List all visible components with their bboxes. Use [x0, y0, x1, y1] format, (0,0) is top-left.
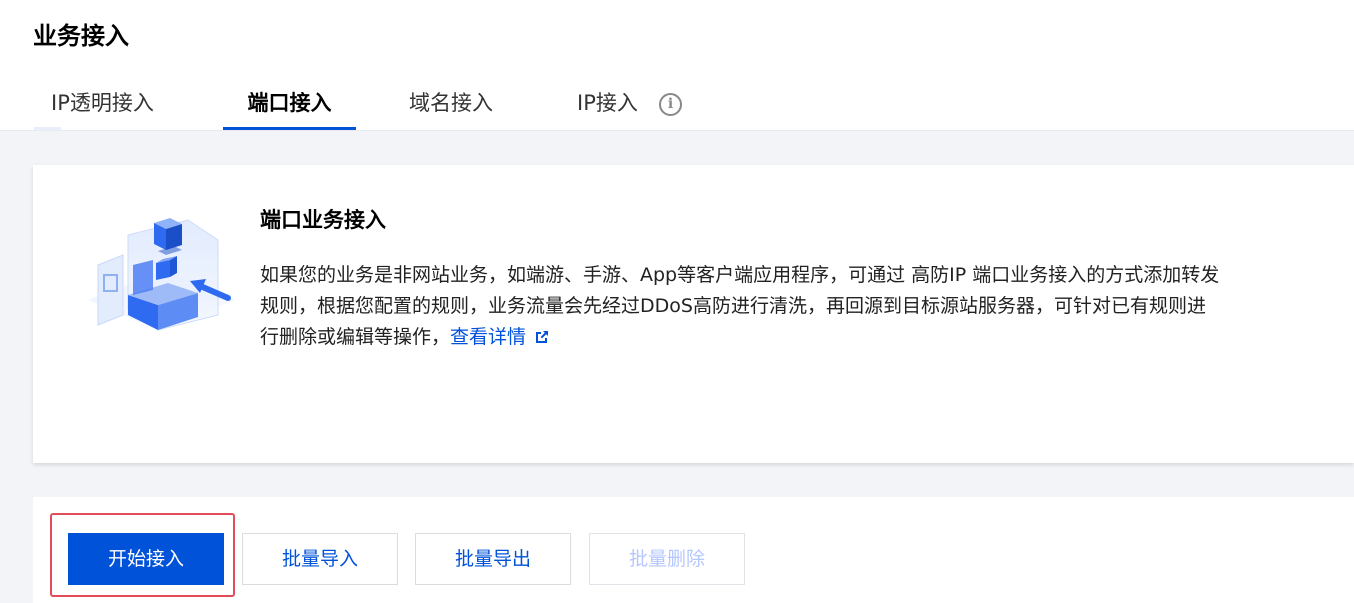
tab-label: IP透明接入	[51, 91, 154, 115]
intro-description: 如果您的业务是非网站业务，如端游、手游、App等客户端应用程序，可通过 高防IP…	[260, 260, 1330, 353]
page-title: 业务接入	[33, 22, 129, 50]
tab-bar: IP透明接入 端口接入 域名接入 IP接入 i	[0, 84, 1354, 131]
page-header: 业务接入 IP透明接入 端口接入 域名接入 IP接入 i	[0, 0, 1354, 131]
intro-description-text: 行删除或编辑等操作，	[260, 326, 451, 348]
tab-ip-access[interactable]: IP接入 i	[577, 84, 687, 131]
tab-domain-access[interactable]: 域名接入	[409, 84, 493, 131]
intro-description-line: 行删除或编辑等操作，查看详情	[260, 322, 1330, 353]
tab-label: 端口接入	[247, 91, 332, 115]
tab-ip-transparent[interactable]: IP透明接入	[34, 84, 154, 131]
batch-export-button[interactable]: 批量导出	[415, 533, 571, 585]
intro-description-line: 规则，根据您配置的规则，业务流量会先经过DDoS高防进行清洗，再回源到目标源站服…	[260, 295, 1206, 317]
view-details-link[interactable]: 查看详情	[450, 326, 526, 348]
batch-delete-button[interactable]: 批量删除	[589, 533, 745, 585]
tab-label: 域名接入	[409, 91, 493, 115]
intro-title: 端口业务接入	[260, 208, 386, 232]
tab-label: IP接入	[577, 91, 638, 115]
tab-port-access[interactable]: 端口接入	[223, 84, 356, 131]
external-link-icon[interactable]	[534, 329, 550, 345]
intro-card: 端口业务接入 如果您的业务是非网站业务，如端游、手游、App等客户端应用程序，可…	[33, 165, 1354, 463]
port-access-illustration	[88, 218, 236, 331]
tab-active-underline	[223, 127, 356, 130]
intro-description-line: 如果您的业务是非网站业务，如端游、手游、App等客户端应用程序，可通过 高防IP…	[260, 264, 1220, 286]
batch-import-button[interactable]: 批量导入	[242, 533, 398, 585]
tab-underline-faint	[34, 127, 61, 130]
info-icon[interactable]: i	[659, 93, 682, 116]
start-access-button[interactable]: 开始接入	[68, 533, 224, 585]
action-toolbar: 开始接入 批量导入 批量导出 批量删除	[33, 497, 1354, 603]
